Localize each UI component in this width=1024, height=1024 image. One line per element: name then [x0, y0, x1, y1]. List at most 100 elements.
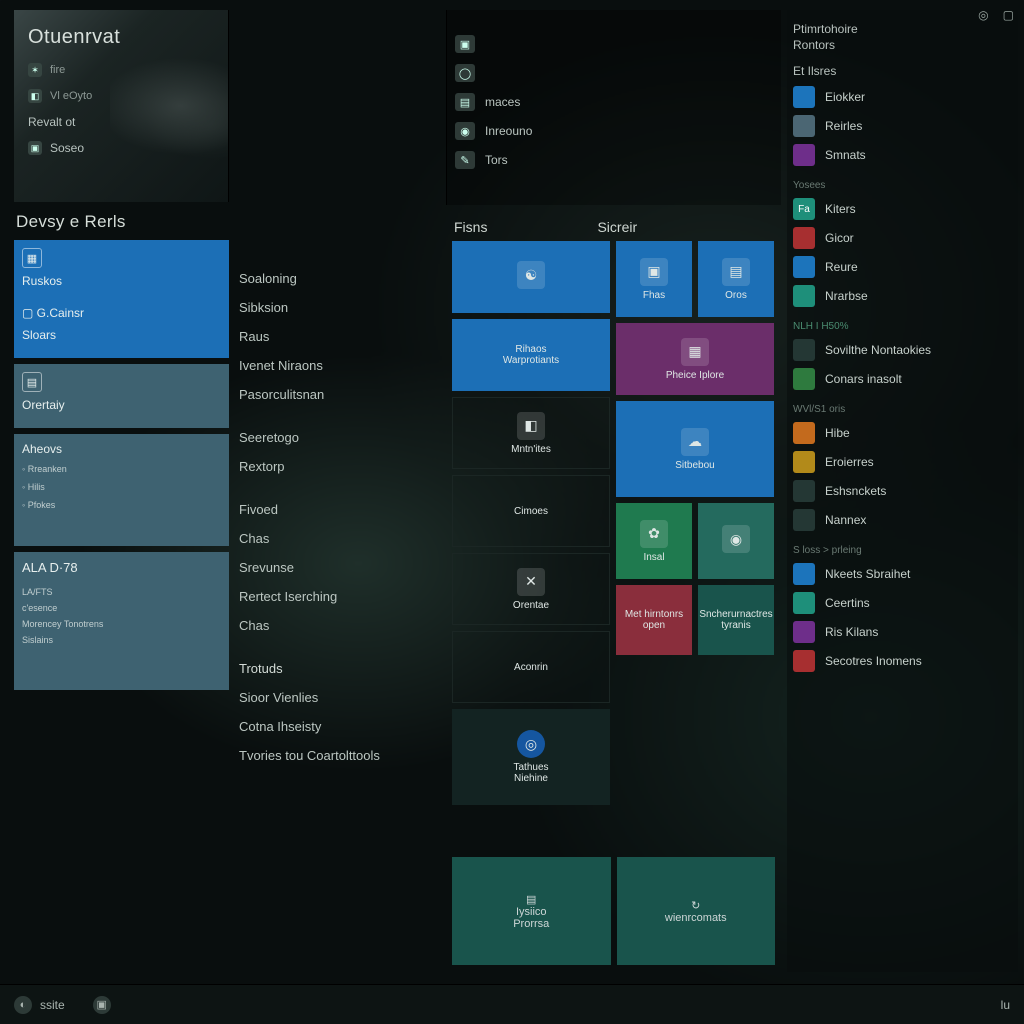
quick-icon: ✎: [455, 151, 475, 169]
grid-tile[interactable]: Met hirntonrsopen: [616, 585, 692, 655]
taskbar-item[interactable]: ▣: [93, 996, 119, 1014]
item-icon: [793, 650, 815, 672]
grid-tile[interactable]: ▤Oros: [698, 241, 774, 317]
group-head-a: Fisns: [454, 219, 487, 235]
item-icon: [793, 285, 815, 307]
item-icon: [793, 115, 815, 137]
right-panel-item[interactable]: Reure: [793, 256, 1012, 278]
grid-tile[interactable]: ☁ Sitbebou: [616, 401, 774, 497]
app-list-item[interactable]: Sibksion: [235, 293, 440, 322]
quick-label: Tors: [485, 153, 508, 167]
hero-item[interactable]: ✶fire: [28, 63, 214, 77]
app-list-item[interactable]: Sioor Vienlies: [235, 683, 440, 712]
hero-item[interactable]: ▣Soseo: [28, 141, 214, 155]
grid-tile[interactable]: Cimoes: [452, 475, 610, 547]
rp-head1b: Rontors: [793, 38, 1012, 52]
item-label: Revalt ot: [28, 115, 75, 129]
item-icon: [793, 144, 815, 166]
tile-label: Mntn'ites: [511, 444, 551, 455]
item-icon: [793, 86, 815, 108]
right-panel-item[interactable]: Reirles: [793, 115, 1012, 137]
grid-tile[interactable]: ↻wienrcomats: [617, 857, 776, 965]
tile-icon: ▤: [722, 258, 750, 286]
rp-sec2-head: Yosees: [793, 180, 1012, 191]
app-list-item[interactable]: Seeretogo: [235, 423, 440, 452]
app-list-item[interactable]: Pasorculitsnan: [235, 380, 440, 409]
start-tile[interactable]: ALA D·78LA/FTSc'esenceMorencey Tonotrens…: [14, 552, 229, 690]
right-panel-item[interactable]: Smnats: [793, 144, 1012, 166]
app-list-item[interactable]: Soaloning: [235, 264, 440, 293]
right-panel-item[interactable]: Sovilthe Nontaokies: [793, 339, 1012, 361]
grid-tile[interactable]: ▤IysiicoProrrsa: [452, 857, 611, 965]
right-panel-item[interactable]: Nannex: [793, 509, 1012, 531]
right-panel-item[interactable]: Nkeets Sbraihet: [793, 563, 1012, 585]
tile-sub: ◦ Hilis: [22, 482, 221, 492]
right-panel-item[interactable]: Hibe: [793, 422, 1012, 444]
grid-tile[interactable]: Aconrin: [452, 631, 610, 703]
battery-icon[interactable]: ▢: [1003, 8, 1014, 22]
grid-tile[interactable]: ▣Fhas: [616, 241, 692, 317]
grid-tile[interactable]: ☯: [452, 241, 610, 313]
hero-item[interactable]: ◧Vl eOyto: [28, 89, 214, 103]
tile-label: Aheovs: [22, 442, 221, 456]
grid-tile[interactable]: ▦Pheice Iplore: [616, 323, 774, 395]
app-list-item[interactable]: Chas: [235, 524, 440, 553]
app-list-item[interactable]: Chas: [235, 611, 440, 640]
item-icon: ✶: [28, 63, 42, 77]
start-tile[interactable]: ▦Ruskos▢ G.CainsrSloars: [14, 240, 229, 358]
wifi-icon[interactable]: ◎: [978, 8, 988, 22]
app-list-item[interactable]: Tvories tou Coartolttools: [235, 741, 440, 770]
app-list-item[interactable]: Cotna Ihseisty: [235, 712, 440, 741]
hero-title: Otuenrvat: [28, 26, 214, 49]
taskbar-item[interactable]: ◐ssite: [14, 996, 65, 1014]
grid-tile[interactable]: ◎TathuesNiehine: [452, 709, 610, 805]
tile-sub: ▢ G.Cainsr: [22, 306, 221, 320]
list-subhead: Trotuds: [235, 654, 440, 683]
hero-item[interactable]: Revalt ot: [28, 115, 214, 129]
tile-label: Aconrin: [514, 662, 548, 673]
right-panel-item[interactable]: Ceertins: [793, 592, 1012, 614]
start-tile[interactable]: Aheovs◦ Rreanken◦ Hilis◦ Pfokes: [14, 434, 229, 546]
item-icon: [793, 509, 815, 531]
app-list-item[interactable]: Rertect Iserching: [235, 582, 440, 611]
item-label: Secotres Inomens: [825, 654, 922, 668]
tile-icon: ☁: [681, 428, 709, 456]
quick-item[interactable]: ▣: [455, 35, 773, 53]
grid-tile[interactable]: ◉: [698, 503, 774, 579]
right-panel-item[interactable]: Nrarbse: [793, 285, 1012, 307]
app-list-item[interactable]: Raus: [235, 322, 440, 351]
grid-tile[interactable]: ✿Insal: [616, 503, 692, 579]
right-panel-item[interactable]: Gicor: [793, 227, 1012, 249]
tile-label: Sitbebou: [675, 460, 714, 471]
tile-icon: ◎: [517, 730, 545, 758]
right-panel-item[interactable]: Conars inasolt: [793, 368, 1012, 390]
grid-tile[interactable]: ✕Orentae: [452, 553, 610, 625]
right-panel-item[interactable]: Eiokker: [793, 86, 1012, 108]
right-panel-item[interactable]: FaKiters: [793, 198, 1012, 220]
app-list-item[interactable]: Ivenet Niraons: [235, 351, 440, 380]
quick-item[interactable]: ◯: [455, 64, 773, 82]
right-panel-item[interactable]: Ris Kilans: [793, 621, 1012, 643]
tile-line: c'esence: [22, 603, 221, 613]
quick-item[interactable]: ✎ Tors: [455, 151, 773, 169]
tile-label: Orertaiy: [22, 398, 221, 412]
app-list-item[interactable]: Fivoed: [235, 495, 440, 524]
grid-tile[interactable]: ◧Mntn'ites: [452, 397, 610, 469]
taskbar-right[interactable]: lu: [1001, 998, 1010, 1012]
app-list-item[interactable]: Rextorp: [235, 452, 440, 481]
right-panel-item[interactable]: Secotres Inomens: [793, 650, 1012, 672]
grid-tile[interactable]: Sncherurnactrestyranis: [698, 585, 774, 655]
item-icon: [793, 256, 815, 278]
item-label: Gicor: [825, 231, 854, 245]
app-list-item[interactable]: Srevunse: [235, 553, 440, 582]
tile-line: Morencey Tonotrens: [22, 619, 221, 629]
quick-item[interactable]: ◉Inreouno: [455, 122, 773, 140]
start-tile[interactable]: ▤Orertaiy: [14, 364, 229, 428]
tile-icon: ↻: [691, 899, 700, 912]
tile-line: LA/FTS: [22, 587, 221, 597]
right-panel-item[interactable]: Eroierres: [793, 451, 1012, 473]
quick-item[interactable]: ▤maces: [455, 93, 773, 111]
tile-label: Fhas: [643, 290, 665, 301]
grid-tile[interactable]: RihaosWarprotiants: [452, 319, 610, 391]
right-panel-item[interactable]: Eshsnckets: [793, 480, 1012, 502]
